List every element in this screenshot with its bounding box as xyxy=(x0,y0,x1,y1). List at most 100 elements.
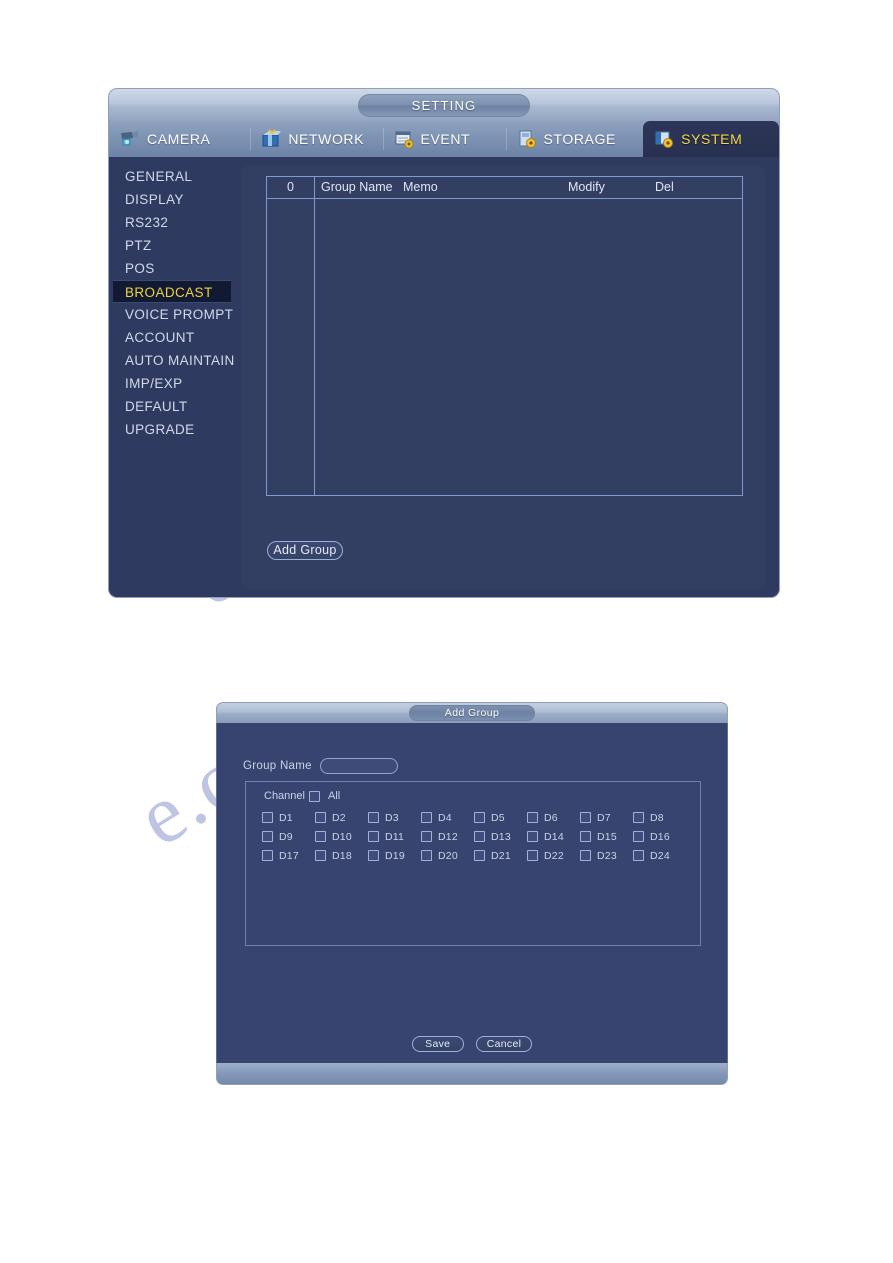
checkbox-d11[interactable] xyxy=(368,831,379,842)
channel-item-d23[interactable]: D23 xyxy=(580,846,633,865)
channel-label-d21: D21 xyxy=(491,849,511,862)
sidebar-item-auto-maintain[interactable]: AUTO MAINTAIN xyxy=(109,349,241,372)
channel-item-d5[interactable]: D5 xyxy=(474,808,527,827)
channel-item-d6[interactable]: D6 xyxy=(527,808,580,827)
camera-icon xyxy=(119,129,141,149)
channel-item-d13[interactable]: D13 xyxy=(474,827,527,846)
checkbox-d10[interactable] xyxy=(315,831,326,842)
tab-system-label: SYSTEM xyxy=(681,131,743,147)
group-table-body[interactable] xyxy=(267,199,742,496)
checkbox-d9[interactable] xyxy=(262,831,273,842)
channel-item-d24[interactable]: D24 xyxy=(633,846,686,865)
sidebar-item-upgrade[interactable]: UPGRADE xyxy=(109,418,241,441)
cancel-button[interactable]: Cancel xyxy=(475,1036,533,1052)
tab-event[interactable]: EVENT xyxy=(382,121,506,157)
channel-item-d3[interactable]: D3 xyxy=(368,808,421,827)
group-table-data-column xyxy=(315,199,742,496)
channel-label-d22: D22 xyxy=(544,849,564,862)
checkbox-d5[interactable] xyxy=(474,812,485,823)
channel-item-d7[interactable]: D7 xyxy=(580,808,633,827)
checkbox-all[interactable] xyxy=(308,790,320,802)
sidebar-item-voice-prompt[interactable]: VOICE PROMPT xyxy=(109,303,241,326)
group-table-header-row: 0 Group Name Memo Modify Del xyxy=(267,177,742,199)
tab-system[interactable]: SYSTEM xyxy=(643,121,779,157)
channel-label-d5: D5 xyxy=(491,811,505,824)
checkbox-d14[interactable] xyxy=(527,831,538,842)
channel-item-d20[interactable]: D20 xyxy=(421,846,474,865)
sidebar-item-ptz[interactable]: PTZ xyxy=(109,234,241,257)
channel-label-d24: D24 xyxy=(650,849,670,862)
channel-item-d19[interactable]: D19 xyxy=(368,846,421,865)
tab-storage[interactable]: STORAGE xyxy=(505,121,644,157)
sidebar-item-rs232[interactable]: RS232 xyxy=(109,211,241,234)
channel-item-d4[interactable]: D4 xyxy=(421,808,474,827)
checkbox-d15[interactable] xyxy=(580,831,591,842)
channel-item-d11[interactable]: D11 xyxy=(368,827,421,846)
checkbox-d17[interactable] xyxy=(262,850,273,861)
checkbox-d8[interactable] xyxy=(633,812,644,823)
checkbox-d21[interactable] xyxy=(474,850,485,861)
channel-label-d12: D12 xyxy=(438,830,458,843)
checkbox-d24[interactable] xyxy=(633,850,644,861)
channel-item-d17[interactable]: D17 xyxy=(262,846,315,865)
tab-camera[interactable]: CAMERA xyxy=(109,121,250,157)
channel-selection-box: Channel All D1 D2 D3 D4 D5 D6 D7 D8 D9 D… xyxy=(245,781,701,946)
checkbox-d1[interactable] xyxy=(262,812,273,823)
checkbox-d16[interactable] xyxy=(633,831,644,842)
save-button[interactable]: Save xyxy=(411,1036,464,1052)
group-table-index-column xyxy=(267,199,315,496)
sidebar-item-imp-exp[interactable]: IMP/EXP xyxy=(109,372,241,395)
channel-item-d10[interactable]: D10 xyxy=(315,827,368,846)
sidebar: GENERAL DISPLAY RS232 PTZ POS BROADCAST … xyxy=(109,157,241,597)
channel-label-d15: D15 xyxy=(597,830,617,843)
channel-item-d1[interactable]: D1 xyxy=(262,808,315,827)
sidebar-item-general[interactable]: GENERAL xyxy=(109,165,241,188)
group-name-label: Group Name xyxy=(243,760,312,772)
checkbox-d20[interactable] xyxy=(421,850,432,861)
checkbox-d2[interactable] xyxy=(315,812,326,823)
channel-label-d4: D4 xyxy=(438,811,452,824)
setting-window-title: SETTING xyxy=(358,94,530,117)
checkbox-d6[interactable] xyxy=(527,812,538,823)
channel-item-d14[interactable]: D14 xyxy=(527,827,580,846)
checkbox-d12[interactable] xyxy=(421,831,432,842)
channel-item-d12[interactable]: D12 xyxy=(421,827,474,846)
channel-item-d18[interactable]: D18 xyxy=(315,846,368,865)
checkbox-d3[interactable] xyxy=(368,812,379,823)
channel-item-d16[interactable]: D16 xyxy=(633,827,686,846)
sidebar-item-default[interactable]: DEFAULT xyxy=(109,395,241,418)
channel-label-d1: D1 xyxy=(279,811,293,824)
channel-item-d2[interactable]: D2 xyxy=(315,808,368,827)
checkbox-d13[interactable] xyxy=(474,831,485,842)
channel-label-d2: D2 xyxy=(332,811,346,824)
group-name-input[interactable] xyxy=(319,758,398,774)
sidebar-item-display[interactable]: DISPLAY xyxy=(109,188,241,211)
group-table: 0 Group Name Memo Modify Del xyxy=(266,176,743,496)
checkbox-d19[interactable] xyxy=(368,850,379,861)
channel-label-d19: D19 xyxy=(385,849,405,862)
tab-network[interactable]: NETWORK xyxy=(250,121,382,157)
column-header-index: 0 xyxy=(267,177,315,198)
checkbox-d23[interactable] xyxy=(580,850,591,861)
channel-label-d23: D23 xyxy=(597,849,617,862)
channel-all-row: Channel All xyxy=(264,790,340,802)
checkbox-d4[interactable] xyxy=(421,812,432,823)
channel-item-d9[interactable]: D9 xyxy=(262,827,315,846)
add-group-button[interactable]: Add Group xyxy=(267,541,343,560)
checkbox-d18[interactable] xyxy=(315,850,326,861)
channel-item-d15[interactable]: D15 xyxy=(580,827,633,846)
channel-item-d22[interactable]: D22 xyxy=(527,846,580,865)
sidebar-item-broadcast[interactable]: BROADCAST xyxy=(113,280,231,303)
channel-item-d21[interactable]: D21 xyxy=(474,846,527,865)
checkbox-d7[interactable] xyxy=(580,812,591,823)
sidebar-item-pos[interactable]: POS xyxy=(109,257,241,280)
setting-window: SETTING CAMERA NETWORK EVENT STORAGE SYS… xyxy=(108,88,780,598)
group-name-row: Group Name xyxy=(243,758,398,774)
column-header-modify: Modify xyxy=(568,180,605,194)
sidebar-item-account[interactable]: ACCOUNT xyxy=(109,326,241,349)
checkbox-d22[interactable] xyxy=(527,850,538,861)
channel-item-d8[interactable]: D8 xyxy=(633,808,686,827)
column-header-group-name: Group Name xyxy=(321,180,393,194)
network-icon xyxy=(260,129,282,149)
channel-label-d6: D6 xyxy=(544,811,558,824)
